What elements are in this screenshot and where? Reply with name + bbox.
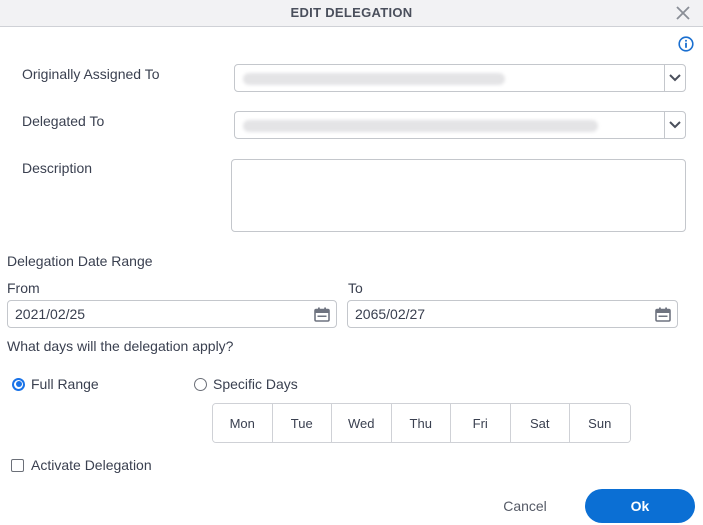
ok-button[interactable]: Ok xyxy=(585,489,695,523)
radio-selected-icon[interactable] xyxy=(12,377,25,391)
cancel-button[interactable]: Cancel xyxy=(490,492,560,520)
radio-full-range-label: Full Range xyxy=(31,376,99,392)
description-label: Description xyxy=(22,160,93,176)
dialog-title: EDIT DELEGATION xyxy=(290,5,413,20)
day-tue[interactable]: Tue xyxy=(272,404,332,442)
to-label: To xyxy=(348,280,363,296)
days-question: What days will the delegation apply? xyxy=(7,338,234,354)
close-icon[interactable] xyxy=(673,3,693,23)
from-label: From xyxy=(7,280,40,296)
day-sat[interactable]: Sat xyxy=(510,404,570,442)
day-thu[interactable]: Thu xyxy=(391,404,451,442)
date-range-heading: Delegation Date Range xyxy=(7,253,153,269)
radio-specific-days-label: Specific Days xyxy=(213,376,298,392)
delegated-to-label: Delegated To xyxy=(22,113,105,129)
redacted-value xyxy=(243,120,598,132)
redacted-value xyxy=(243,73,505,85)
originally-assigned-label: Originally Assigned To xyxy=(22,66,160,82)
checkbox-icon[interactable] xyxy=(11,458,24,472)
description-textarea[interactable] xyxy=(231,159,686,232)
dialog-titlebar: EDIT DELEGATION xyxy=(0,0,703,27)
weekday-selector: Mon Tue Wed Thu Fri Sat Sun xyxy=(212,403,631,443)
radio-specific-days[interactable]: Specific Days xyxy=(194,376,298,392)
day-sun[interactable]: Sun xyxy=(570,404,630,442)
chevron-down-icon[interactable] xyxy=(664,65,685,91)
day-fri[interactable]: Fri xyxy=(451,404,511,442)
delegated-to-select[interactable] xyxy=(234,111,686,139)
originally-assigned-select[interactable] xyxy=(234,64,686,92)
day-mon[interactable]: Mon xyxy=(213,404,273,442)
info-icon[interactable] xyxy=(678,36,694,52)
radio-unselected-icon[interactable] xyxy=(194,377,207,391)
calendar-icon[interactable] xyxy=(655,307,671,322)
from-date-input[interactable] xyxy=(8,301,336,327)
chevron-down-icon[interactable] xyxy=(664,112,685,138)
from-date-field[interactable] xyxy=(7,300,337,328)
calendar-icon[interactable] xyxy=(314,307,330,322)
activate-delegation-label: Activate Delegation xyxy=(31,457,152,473)
to-date-field[interactable] xyxy=(347,300,678,328)
radio-full-range[interactable]: Full Range xyxy=(12,376,99,392)
activate-delegation-checkbox[interactable]: Activate Delegation xyxy=(11,457,152,473)
day-wed[interactable]: Wed xyxy=(332,404,392,442)
to-date-input[interactable] xyxy=(348,301,677,327)
